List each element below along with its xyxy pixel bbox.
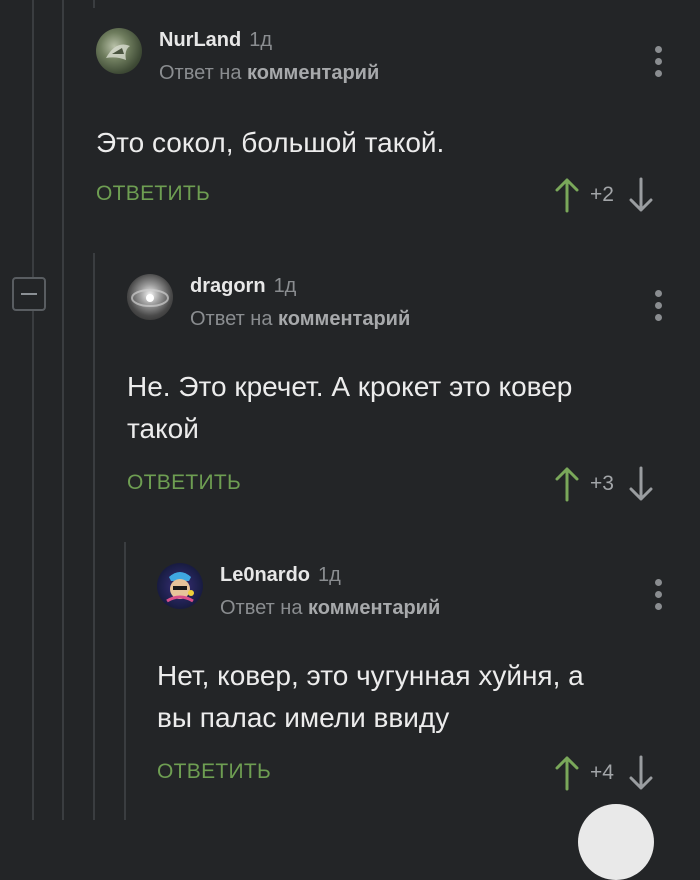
arrow-down-icon[interactable]: [628, 755, 654, 791]
comment-le0nardo: Le0nardo 1д Ответ на комментарий Нет, ков…: [157, 563, 700, 803]
reply-to-link[interactable]: комментарий: [278, 308, 410, 330]
kebab-menu-icon[interactable]: [655, 579, 663, 615]
comment-text: Нет, ковер, это чугунная хуйня, а вы пал…: [157, 655, 687, 739]
comment-text-line: Нет, ковер, это чугунная хуйня, а: [157, 660, 584, 691]
comment-author[interactable]: Le0nardo 1д: [220, 564, 341, 587]
reply-to-link[interactable]: комментарий: [308, 597, 440, 619]
reply-to-prefix: Ответ на: [220, 597, 303, 619]
arrow-up-icon[interactable]: [554, 466, 580, 502]
comment-time: 1д: [273, 275, 297, 297]
avatar[interactable]: [157, 563, 203, 609]
comment-nurland: NurLand 1д Ответ на комментарий Это сокол…: [96, 28, 700, 228]
vote-score: +3: [590, 472, 614, 495]
thread-line: [32, 311, 34, 820]
author-name[interactable]: NurLand: [159, 29, 241, 51]
vote-score: +4: [590, 761, 614, 784]
thread-line: [32, 0, 34, 277]
reply-to-prefix: Ответ на: [159, 62, 242, 84]
comment-text-line: Это сокол, большой такой.: [96, 127, 445, 158]
reply-to: Ответ на комментарий: [220, 597, 440, 620]
comment-dragorn: dragorn 1д Ответ на комментарий Не. Это к…: [127, 274, 700, 514]
vote-controls: +3: [554, 464, 654, 504]
thread-line: [93, 0, 95, 8]
thread-line: [62, 0, 64, 820]
vote-controls: +4: [554, 753, 654, 793]
reply-to: Ответ на комментарий: [159, 62, 379, 85]
collapse-thread-button[interactable]: [12, 277, 46, 311]
author-name[interactable]: Le0nardo: [220, 564, 310, 586]
minus-square-icon: [21, 293, 37, 295]
comment-text: Это сокол, большой такой.: [96, 122, 686, 164]
comment-time: 1д: [318, 564, 341, 586]
reply-to-link[interactable]: комментарий: [247, 62, 379, 84]
arrow-up-icon[interactable]: [554, 755, 580, 791]
comment-text-line: такой: [127, 413, 199, 444]
floating-action-button[interactable]: [578, 804, 654, 880]
vote-controls: +2: [554, 175, 654, 215]
reply-button[interactable]: ОТВЕТИТЬ: [96, 182, 210, 206]
arrow-down-icon[interactable]: [628, 466, 654, 502]
comment-time: 1д: [249, 29, 273, 51]
reply-to-prefix: Ответ на: [190, 308, 273, 330]
thread-line: [124, 542, 126, 820]
thread-line: [93, 253, 95, 820]
avatar[interactable]: [96, 28, 142, 74]
comment-author[interactable]: dragorn 1д: [190, 275, 296, 298]
arrow-down-icon[interactable]: [628, 177, 654, 213]
reply-to: Ответ на комментарий: [190, 308, 410, 331]
comment-text-line: вы палас имели ввиду: [157, 702, 450, 733]
comment-text-line: Не. Это кречет. А крокет это ковер: [127, 371, 573, 402]
author-name[interactable]: dragorn: [190, 275, 266, 297]
avatar[interactable]: [127, 274, 173, 320]
vote-score: +2: [590, 183, 614, 206]
comment-text: Не. Это кречет. А крокет это ковер такой: [127, 366, 687, 450]
reply-button[interactable]: ОТВЕТИТЬ: [127, 471, 241, 495]
kebab-menu-icon[interactable]: [655, 46, 663, 82]
comment-author[interactable]: NurLand 1д: [159, 29, 272, 52]
arrow-up-icon[interactable]: [554, 177, 580, 213]
reply-button[interactable]: ОТВЕТИТЬ: [157, 760, 271, 784]
kebab-menu-icon[interactable]: [655, 290, 663, 326]
